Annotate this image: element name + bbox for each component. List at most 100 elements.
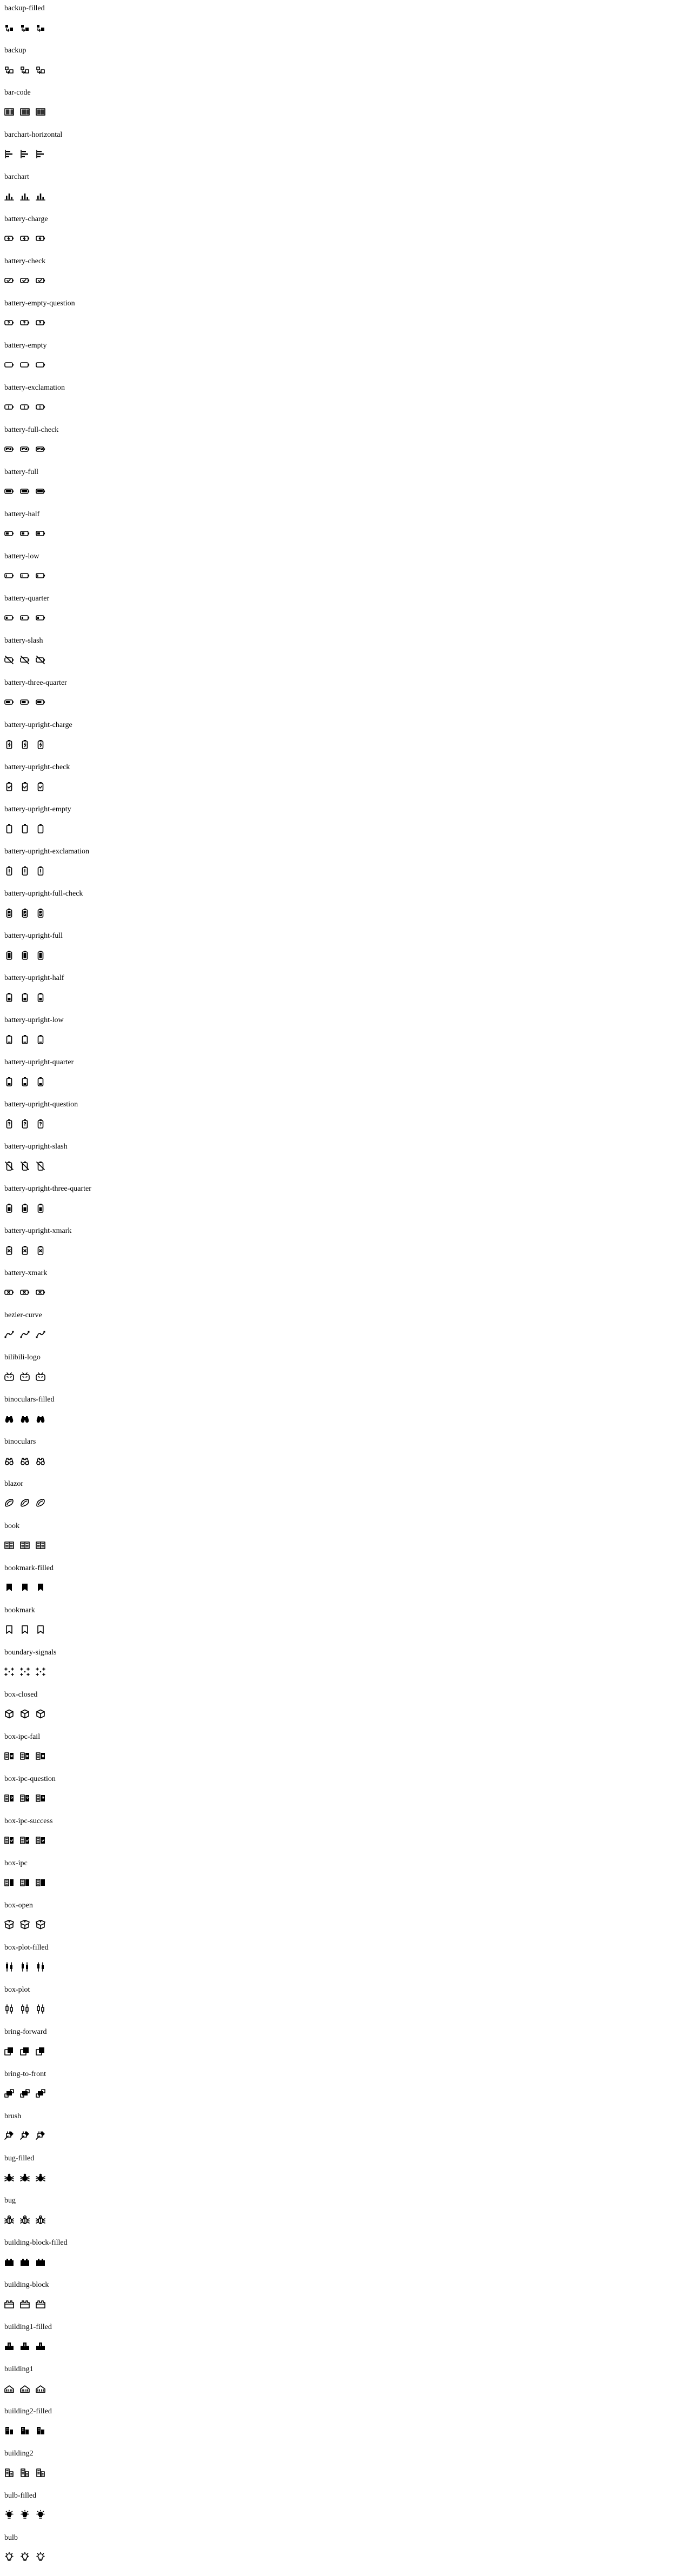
battery-half-icon (4, 529, 14, 538)
battery-upright-charge-icon (36, 739, 45, 749)
icon-variant-row (4, 149, 45, 159)
icon-entry-battery-upright-empty: battery-upright-empty (4, 805, 692, 847)
icon-variant-row (4, 233, 45, 244)
bookmark-icon (20, 1625, 30, 1634)
bar-code-icon (36, 107, 45, 117)
battery-xmark-icon (4, 1287, 14, 1297)
building-block-filled-icon (4, 2257, 14, 2267)
icon-entry-building2-filled: building2-filled (4, 2407, 692, 2450)
battery-three-quarter-icon (20, 697, 30, 707)
box-plot-icon (4, 2004, 14, 2014)
icon-name-label: battery-upright-question (4, 1100, 78, 1109)
battery-upright-three-quarter-icon (36, 1203, 45, 1213)
battery-empty-question-icon (36, 318, 45, 328)
battery-three-quarter-icon (36, 697, 45, 707)
icon-name-label: battery-exclamation (4, 384, 65, 392)
icon-entry-blazor: blazor (4, 1480, 692, 1522)
icon-variant-row (4, 2214, 45, 2225)
battery-upright-charge-icon (4, 739, 14, 749)
icon-name-label: battery-quarter (4, 595, 50, 603)
battery-upright-exclamation-icon (20, 866, 30, 876)
icon-variant-row (4, 1203, 45, 1213)
battery-low-icon (4, 571, 14, 580)
icon-name-label: brush (4, 2112, 22, 2120)
icon-entry-box-plot-filled: box-plot-filled (4, 1944, 692, 1986)
icon-entry-battery-charge: battery-charge (4, 215, 692, 257)
icon-entry-building-block-filled: building-block-filled (4, 2239, 692, 2281)
icon-variant-row (4, 359, 45, 370)
icon-variant-row (4, 697, 45, 708)
icon-variant-row (4, 2510, 45, 2520)
battery-full-check-icon (20, 444, 30, 454)
battery-half-icon (36, 529, 45, 538)
battery-empty-icon (36, 360, 45, 370)
icon-name-label: building-block-filled (4, 2239, 68, 2247)
battery-upright-xmark-icon (36, 1245, 45, 1255)
battery-empty-question-icon (20, 318, 30, 328)
icon-variant-row (4, 1835, 45, 1846)
icon-variant-row (4, 2341, 45, 2352)
icon-entry-battery-upright-question: battery-upright-question (4, 1100, 692, 1143)
icon-entry-bezier-curve: bezier-curve (4, 1311, 692, 1353)
icon-name-label: box-ipc-question (4, 1775, 56, 1783)
icon-entry-bug-filled: bug-filled (4, 2154, 692, 2197)
box-ipc-fail-icon (36, 1751, 45, 1761)
icon-variant-row (4, 781, 45, 792)
icon-name-label: barchart (4, 173, 29, 181)
battery-upright-low-icon (20, 1035, 30, 1044)
bookmark-filled-icon (36, 1583, 45, 1592)
battery-upright-exclamation-icon (36, 866, 45, 876)
bring-forward-icon (20, 2046, 30, 2056)
building2-icon (36, 2468, 45, 2478)
icon-entry-barchart: barchart (4, 173, 692, 215)
building1-icon (4, 2384, 14, 2393)
icon-entry-battery-half: battery-half (4, 510, 692, 552)
icon-name-label: box-plot (4, 1986, 30, 1994)
box-ipc-question-icon (4, 1793, 14, 1803)
binoculars-icon (20, 1456, 30, 1466)
battery-upright-quarter-icon (36, 1077, 45, 1086)
icon-variant-row (4, 64, 45, 75)
barchart-horizontal-icon (4, 149, 14, 159)
icon-variant-row (4, 612, 45, 623)
icon-entry-box-open: box-open (4, 1901, 692, 1944)
battery-upright-xmark-icon (20, 1245, 30, 1255)
icon-entry-backup: backup (4, 46, 692, 89)
icon-variant-row (4, 1540, 45, 1551)
building1-icon (20, 2384, 30, 2393)
icon-name-label: book (4, 1522, 19, 1530)
building-block-filled-icon (36, 2257, 45, 2267)
bulb-icon (20, 2552, 30, 2562)
icon-name-label: bilibili-logo (4, 1353, 41, 1362)
icon-name-label: box-closed (4, 1691, 38, 1699)
battery-check-icon (36, 276, 45, 285)
icon-variant-row (4, 528, 45, 539)
icon-name-label: binoculars (4, 1438, 36, 1446)
bring-to-front-icon (20, 2088, 30, 2098)
icon-name-label: battery-empty-question (4, 299, 75, 308)
icon-entry-box-ipc-fail: box-ipc-fail (4, 1733, 692, 1775)
box-ipc-fail-icon (4, 1751, 14, 1761)
icon-name-label: battery-upright-check (4, 763, 70, 771)
icon-variant-row (4, 275, 45, 286)
icon-variant-row (4, 823, 45, 834)
bilibili-logo-icon (20, 1372, 30, 1382)
box-closed-icon (20, 1709, 30, 1719)
battery-upright-quarter-icon (20, 1077, 30, 1086)
box-ipc-fail-icon (20, 1751, 30, 1761)
icon-variant-row (4, 317, 45, 328)
battery-upright-charge-icon (20, 739, 30, 749)
battery-low-icon (20, 571, 30, 580)
battery-xmark-icon (36, 1287, 45, 1297)
icon-entry-building1-filled: building1-filled (4, 2323, 692, 2365)
icon-variant-row (4, 1034, 45, 1045)
icon-variant-row (4, 1751, 45, 1761)
building1-filled-icon (4, 2341, 14, 2351)
icon-entry-battery-upright-full-check: battery-upright-full-check (4, 890, 692, 932)
icon-name-label: box-ipc-success (4, 1817, 53, 1825)
building2-filled-icon (20, 2426, 30, 2435)
bar-code-icon (4, 107, 14, 117)
icon-variant-row (4, 486, 45, 497)
box-closed-icon (4, 1709, 14, 1719)
icon-entry-battery-upright-check: battery-upright-check (4, 763, 692, 805)
